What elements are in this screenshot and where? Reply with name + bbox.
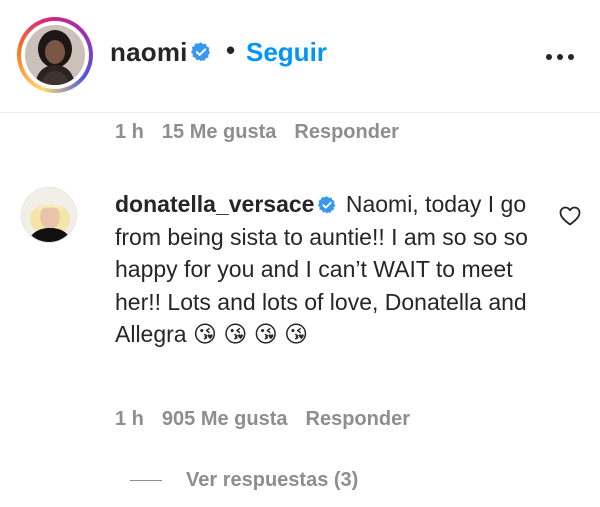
- comment-body: donatella_versace Naomi, today I go from…: [115, 188, 545, 351]
- post-header: naomi • Seguir: [0, 0, 600, 112]
- header-divider: [0, 112, 600, 113]
- reply-button[interactable]: Responder: [306, 408, 410, 430]
- separator-dot: •: [226, 35, 236, 65]
- reply-button[interactable]: Responder: [294, 121, 398, 143]
- comment-time: 1 h: [115, 408, 144, 430]
- view-replies-label: Ver respuestas (3): [186, 469, 359, 491]
- avatar: [25, 25, 85, 85]
- more-options-icon[interactable]: [544, 54, 576, 62]
- commenter-avatar[interactable]: [21, 187, 77, 243]
- view-replies-button[interactable]: Ver respuestas (3): [130, 469, 358, 492]
- likes-count[interactable]: 905 Me gusta: [162, 408, 288, 430]
- previous-comment-meta: 1 h 15 Me gusta Responder: [115, 121, 417, 144]
- heart-outline-icon[interactable]: [558, 204, 582, 228]
- verified-badge-icon: [191, 42, 211, 62]
- commenter-username[interactable]: donatella_versace: [115, 191, 314, 217]
- story-ring-avatar[interactable]: [17, 17, 93, 93]
- comment-meta: 1 h 905 Me gusta Responder: [115, 408, 428, 431]
- follow-button[interactable]: Seguir: [246, 37, 327, 68]
- post-author-username[interactable]: naomi: [110, 37, 188, 68]
- likes-count[interactable]: 15 Me gusta: [162, 121, 276, 143]
- replies-divider-line: [130, 480, 162, 481]
- verified-badge-icon: [318, 196, 336, 214]
- comment-time: 1 h: [115, 121, 144, 143]
